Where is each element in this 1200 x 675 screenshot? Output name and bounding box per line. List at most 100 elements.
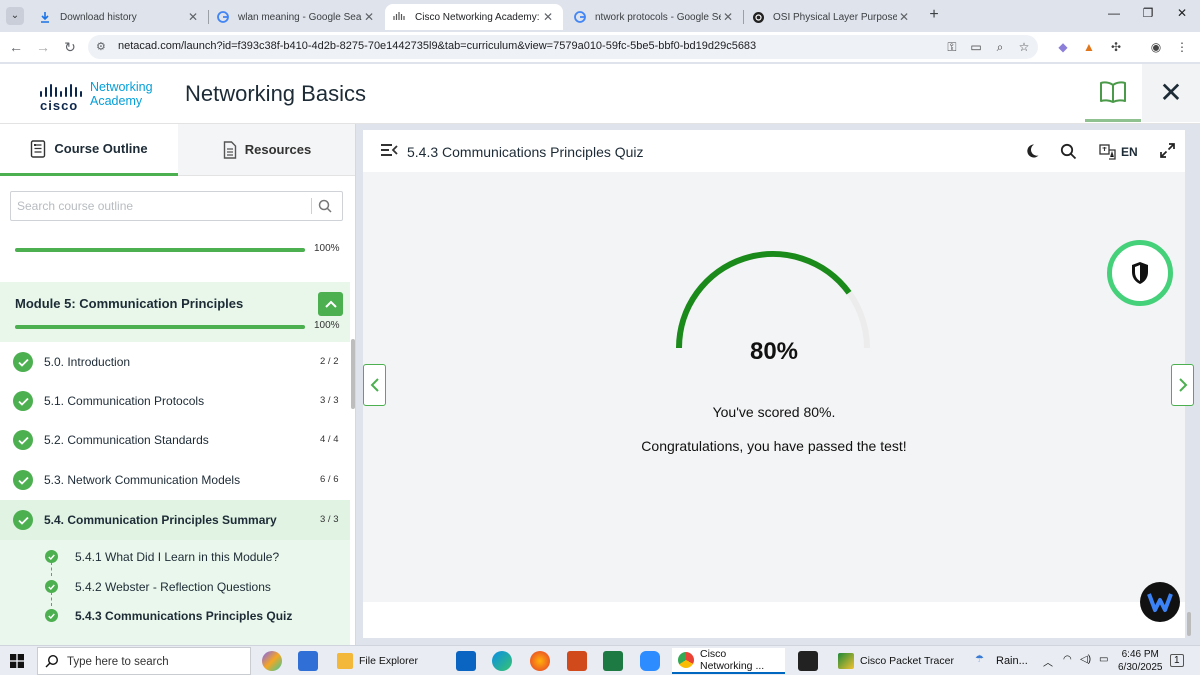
close-course-button[interactable]: ✕ [1142, 64, 1200, 122]
score-percent: 80% [749, 338, 799, 365]
tab-close-icon[interactable]: ✕ [186, 10, 200, 24]
security-shield-button[interactable] [1107, 240, 1173, 306]
zoom-app-icon[interactable] [640, 651, 660, 671]
install-app-icon[interactable]: ▭ [968, 40, 984, 54]
dark-mode-icon[interactable] [1024, 143, 1040, 164]
profile-icon[interactable]: ◉ [1148, 40, 1164, 54]
firefox-icon[interactable] [530, 651, 550, 671]
windows-start-icon[interactable] [10, 654, 24, 673]
store-icon[interactable] [298, 651, 318, 671]
tray-chevron-up-icon[interactable]: ︿ [1043, 654, 1053, 669]
file-icon [223, 140, 237, 159]
topic-5-2[interactable]: 5.2. Communication Standards 4 / 4 [0, 420, 350, 460]
tab-wlan-search[interactable]: wlan meaning - Google Search ✕ [208, 4, 384, 30]
tab-network-protocols-search[interactable]: ntwork protocols - Google Sear ✕ [565, 4, 743, 30]
openai-icon [751, 10, 765, 24]
address-bar[interactable]: ⚙ netacad.com/launch?id=f393c38f-b410-4d… [88, 35, 1038, 59]
forward-icon[interactable]: → [34, 38, 52, 56]
tab-close-icon[interactable]: ✕ [541, 10, 555, 24]
tab-close-icon[interactable]: ✕ [362, 10, 376, 24]
excel-icon[interactable] [603, 651, 623, 671]
reload-icon[interactable]: ↻ [61, 38, 79, 56]
edge-icon[interactable] [492, 651, 512, 671]
topic-count: 3 / 3 [320, 395, 339, 406]
taskbar-cisco-packet-tracer[interactable]: Cisco Packet Tracer [832, 648, 960, 674]
tab-course-outline[interactable]: Course Outline [0, 124, 178, 176]
subitem-5-4-1[interactable]: 5.4.1 What Did I Learn in this Module? [0, 541, 350, 571]
score-message: You've scored 80%. [712, 404, 836, 420]
metamask-icon[interactable]: ▲ [1081, 40, 1097, 54]
tab-close-icon[interactable]: ✕ [721, 10, 735, 24]
assistant-bubble[interactable] [1140, 582, 1180, 622]
bookmark-star-icon[interactable]: ☆ [1016, 40, 1032, 54]
module-5-header[interactable]: Module 5: Communication Principles 100% [0, 282, 350, 342]
tab-title: Cisco Networking Academy: Co [415, 11, 541, 23]
previous-page-button[interactable] [363, 364, 386, 406]
progress-fill [15, 248, 305, 252]
next-page-button[interactable] [1171, 364, 1194, 406]
volume-icon[interactable]: ◁) [1080, 654, 1091, 665]
search-icon[interactable] [1060, 143, 1077, 165]
cisco-networking-academy-logo[interactable]: cisco Networking Academy [38, 78, 158, 118]
topic-5-3[interactable]: 5.3. Network Communication Models 6 / 6 [0, 460, 350, 500]
check-icon [45, 609, 58, 622]
taskbar-search-box[interactable]: Type here to search [37, 647, 251, 675]
topic-5-1[interactable]: 5.1. Communication Protocols 3 / 3 [0, 381, 350, 421]
module-collapse-button[interactable] [318, 292, 343, 316]
site-info-icon[interactable]: ⚙ [96, 40, 106, 53]
cisco-icon [393, 10, 407, 24]
weather-label[interactable]: Rain... [996, 655, 1028, 667]
restore-icon[interactable]: ❐ [1138, 6, 1158, 20]
subitem-5-4-2[interactable]: 5.4.2 Webster - Reflection Questions [0, 571, 350, 601]
zoom-icon[interactable]: ⌕ [992, 40, 1008, 55]
tab-close-icon[interactable]: ✕ [897, 10, 911, 24]
taskbar-chrome-cisco[interactable]: Cisco Networking ... [672, 648, 785, 674]
collapse-menu-icon[interactable] [380, 143, 398, 162]
topic-count: 6 / 6 [320, 474, 339, 485]
tab-cisco-networking-academy[interactable]: Cisco Networking Academy: Co ✕ [385, 4, 563, 30]
more-menu-icon[interactable]: ⋮ [1174, 40, 1190, 54]
outlook-icon[interactable] [456, 651, 476, 671]
weather-icon: ☂ [975, 654, 984, 665]
tab-osi-physical-layer[interactable]: OSI Physical Layer Purpose ✕ [743, 4, 919, 30]
expand-icon[interactable] [1160, 143, 1175, 163]
extension-icon[interactable]: ◆ [1055, 40, 1071, 54]
url-text[interactable]: netacad.com/launch?id=f393c38f-b410-4d2b… [118, 40, 756, 52]
search-icon[interactable] [317, 198, 335, 216]
password-key-icon[interactable]: ⚿ [944, 40, 960, 55]
extensions-puzzle-icon[interactable]: ✣ [1108, 40, 1124, 54]
powerpoint-icon[interactable] [567, 651, 587, 671]
pass-message: Congratulations, you have passed the tes… [641, 438, 907, 454]
tab-search-dropdown[interactable]: ⌄ [6, 7, 24, 25]
search-icon [45, 654, 59, 673]
taskbar-clock[interactable]: 6:46 PM 6/30/2025 [1118, 648, 1163, 674]
outline-scrollbar[interactable] [351, 339, 355, 409]
new-tab-button[interactable]: + [925, 6, 943, 24]
taskbar-file-explorer[interactable]: File Explorer [331, 648, 424, 674]
previous-module-progress-label: 100% [314, 243, 340, 254]
folder-icon [337, 653, 353, 669]
course-search-input[interactable] [11, 192, 309, 220]
packet-tracer-box-icon[interactable] [798, 651, 818, 671]
notification-badge[interactable]: 1 [1170, 654, 1184, 667]
subitem-5-4-3[interactable]: 5.4.3 Communications Principles Quiz [0, 600, 350, 630]
window-close-icon[interactable]: ✕ [1172, 6, 1192, 20]
clock-time: 6:46 PM [1121, 649, 1159, 660]
back-icon[interactable]: ← [7, 38, 25, 56]
minimize-icon[interactable]: — [1104, 6, 1124, 20]
browser-tab-strip: ⌄ Download history ✕ wlan meaning - Goog… [0, 0, 1200, 32]
topic-5-0[interactable]: 5.0. Introduction 2 / 2 [0, 342, 350, 382]
battery-icon[interactable]: ▭ [1099, 654, 1108, 665]
tab-title: ntwork protocols - Google Sear [595, 11, 721, 23]
module-progress-label: 100% [314, 320, 340, 331]
page-scrollbar[interactable] [1187, 612, 1191, 636]
tab-resources[interactable]: Resources [178, 124, 355, 176]
logo-product: Networking Academy [90, 80, 153, 108]
language-selector[interactable]: EN [1099, 144, 1138, 160]
wifi-icon[interactable]: ◠ [1063, 654, 1072, 665]
copilot-icon[interactable] [262, 651, 282, 671]
check-icon [45, 580, 58, 593]
topic-5-4[interactable]: 5.4. Communication Principles Summary 3 … [0, 500, 350, 540]
tab-download-history[interactable]: Download history ✕ [30, 4, 208, 30]
course-book-button[interactable] [1085, 64, 1141, 122]
